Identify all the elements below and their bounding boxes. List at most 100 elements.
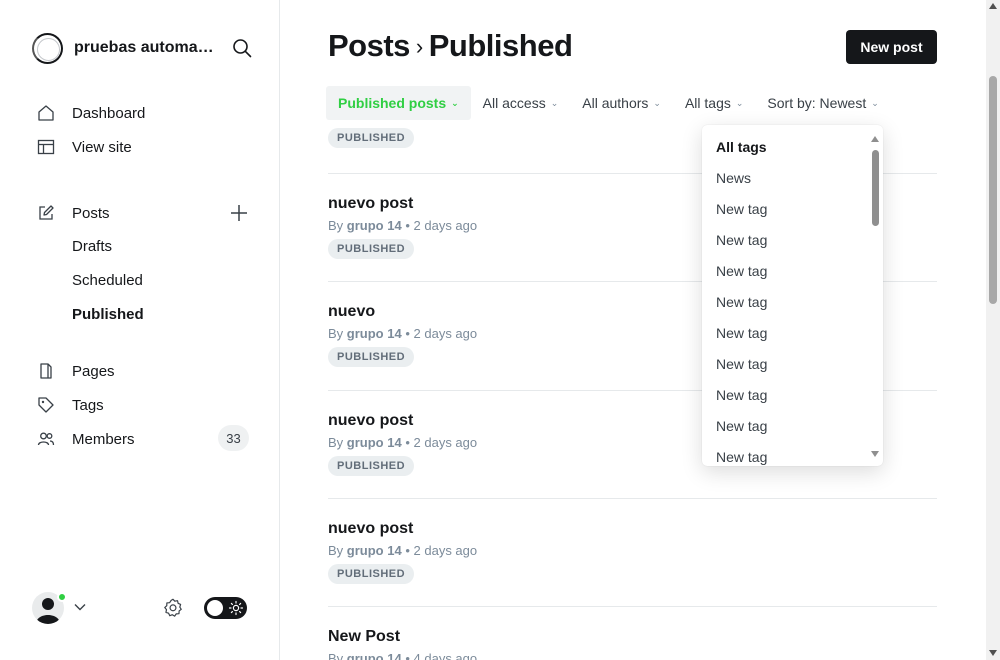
nav-pages[interactable]: Pages <box>36 359 115 383</box>
filter-type[interactable]: Published posts ⌄ <box>326 86 471 120</box>
nav-pages-label: Pages <box>72 362 115 380</box>
filter-sort[interactable]: Sort by: Newest ⌄ <box>755 86 890 120</box>
tag-option[interactable]: All tags <box>716 136 767 167</box>
post-title: New Post <box>328 628 401 645</box>
status-badge: PUBLISHED <box>328 128 415 148</box>
tags-option-list: All tags News New tag New tag New tag Ne… <box>716 136 767 466</box>
chevron-down-icon: ⌄ <box>653 97 661 108</box>
post-author: grupo 14 <box>346 218 402 233</box>
filter-bar: Published posts ⌄ All access ⌄ All authors… <box>326 86 891 120</box>
new-post-button[interactable]: New post <box>846 30 937 64</box>
nav-scheduled[interactable]: Scheduled <box>72 271 143 291</box>
meta-separator: • <box>405 651 410 660</box>
tag-option[interactable]: New tag <box>716 229 767 260</box>
divider <box>328 606 937 607</box>
members-icon <box>36 429 56 449</box>
nav-dashboard-label: Dashboard <box>72 104 146 122</box>
post-meta: By grupo 14 • 4 days ago <box>328 651 937 660</box>
nav-tags-label: Tags <box>72 396 104 414</box>
nav-view-site-label: View site <box>72 138 132 156</box>
nav-drafts[interactable]: Drafts <box>72 237 112 257</box>
breadcrumb-posts[interactable]: Posts <box>328 28 410 63</box>
tag-option[interactable]: New tag <box>716 260 767 291</box>
meta-separator: • <box>405 326 410 341</box>
gear-icon[interactable] <box>162 597 184 619</box>
tag-icon <box>36 395 56 415</box>
online-status-dot <box>57 592 67 602</box>
scroll-down-arrow-icon[interactable] <box>870 450 880 458</box>
tag-option[interactable]: New tag <box>716 353 767 384</box>
search-icon[interactable] <box>232 38 252 58</box>
status-badge: PUBLISHED <box>328 456 415 476</box>
by-label: By <box>328 543 344 558</box>
sidebar: pruebas automatizadas Dashboard View sit… <box>0 0 280 660</box>
edit-icon <box>36 203 56 223</box>
by-label: By <box>328 435 344 450</box>
nav-tags[interactable]: Tags <box>36 393 104 417</box>
post-author: grupo 14 <box>346 326 402 341</box>
theme-toggle[interactable] <box>204 597 247 619</box>
chevron-down-icon: ⌄ <box>871 97 879 108</box>
post-time: 2 days ago <box>413 435 478 450</box>
filter-authors-label: All authors <box>582 95 649 111</box>
filter-access[interactable]: All access ⌄ <box>471 86 571 120</box>
nav-members-label: Members <box>72 430 135 448</box>
post-time: 2 days ago <box>413 326 478 341</box>
status-badge: PUBLISHED <box>328 347 415 367</box>
post-time: 2 days ago <box>413 543 478 558</box>
post-row[interactable]: nuevo post By grupo 14 • 2 days ago PUBL… <box>328 520 937 584</box>
page-scrollbar-thumb[interactable] <box>989 76 997 304</box>
tag-option[interactable]: News <box>716 167 767 198</box>
nav-members[interactable]: Members <box>36 427 135 451</box>
post-author: grupo 14 <box>346 543 402 558</box>
layout-icon <box>36 137 56 157</box>
dropdown-scrollbar-thumb[interactable] <box>872 150 879 226</box>
meta-separator: • <box>405 435 410 450</box>
meta-separator: • <box>405 218 410 233</box>
meta-separator: • <box>405 543 410 558</box>
post-time: 4 days ago <box>413 651 478 660</box>
divider <box>328 498 937 499</box>
page-scrollbar[interactable] <box>986 0 1000 660</box>
plus-icon[interactable] <box>228 202 250 224</box>
by-label: By <box>328 651 344 660</box>
tag-option[interactable]: New tag <box>716 291 767 322</box>
status-badge: PUBLISHED <box>328 239 415 259</box>
tag-option[interactable]: New tag <box>716 384 767 415</box>
tag-option[interactable]: New tag <box>716 198 767 229</box>
nav-posts[interactable]: Posts <box>36 201 110 225</box>
page-title: Posts › Published <box>328 28 573 64</box>
post-author: grupo 14 <box>346 651 402 660</box>
chevron-down-icon[interactable] <box>73 600 87 614</box>
post-time: 2 days ago <box>413 218 478 233</box>
breadcrumb-published: Published <box>428 28 573 63</box>
nav-published[interactable]: Published <box>72 305 144 325</box>
by-label: By <box>328 218 344 233</box>
chevron-down-icon: ⌄ <box>735 97 744 108</box>
nav-view-site[interactable]: View site <box>36 135 132 159</box>
filter-sort-label: Sort by: Newest <box>767 95 867 111</box>
nav-posts-label: Posts <box>72 204 110 222</box>
breadcrumb-separator: › <box>415 34 423 59</box>
scroll-up-arrow-icon[interactable] <box>989 3 997 9</box>
site-title: pruebas automatizadas <box>74 39 214 56</box>
filter-authors[interactable]: All authors ⌄ <box>570 86 673 120</box>
tag-option[interactable]: New tag <box>716 322 767 353</box>
by-label: By <box>328 326 344 341</box>
chevron-down-icon: ⌄ <box>550 97 559 108</box>
scroll-down-arrow-icon[interactable] <box>989 650 997 656</box>
chevron-down-icon: ⌄ <box>451 97 459 108</box>
tag-option[interactable]: New tag <box>716 446 767 466</box>
filter-tags[interactable]: All tags ⌄ <box>673 86 755 120</box>
post-row[interactable]: New Post By grupo 14 • 4 days ago <box>328 628 937 660</box>
filter-tags-label: All tags <box>684 95 731 111</box>
sun-icon <box>228 600 244 616</box>
tag-option[interactable]: New tag <box>716 415 767 446</box>
post-title: nuevo post <box>328 520 414 537</box>
filter-access-label: All access <box>482 95 546 111</box>
post-author: grupo 14 <box>346 435 402 450</box>
site-brand[interactable]: pruebas automatizadas <box>32 32 252 64</box>
nav-dashboard[interactable]: Dashboard <box>36 101 145 125</box>
site-logo <box>32 32 63 64</box>
scroll-up-arrow-icon[interactable] <box>870 135 880 143</box>
